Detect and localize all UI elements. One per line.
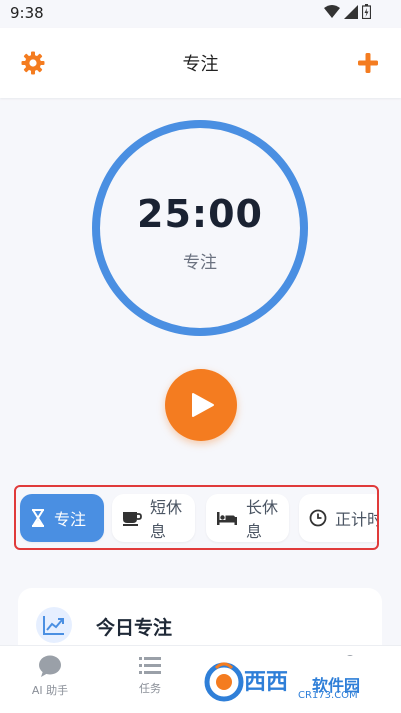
tab-long-break-label: 长休息 — [246, 498, 279, 541]
coffee-cup-icon — [123, 512, 142, 526]
mode-tabs: 专注 短休息 长休息 正计时 — [14, 485, 379, 550]
watermark-logo: 西西 软件园 CR173.COM — [198, 656, 384, 706]
play-icon — [192, 393, 214, 417]
page-title: 专注 — [182, 54, 219, 75]
nav-item-tasks[interactable]: 任务 — [110, 654, 190, 696]
nav-label-tasks: 任务 — [139, 682, 161, 695]
watermark-url: CR173.COM — [298, 690, 358, 701]
watermark-emblem-icon — [204, 662, 244, 702]
tab-short-break-label: 短休息 — [150, 498, 183, 541]
play-button[interactable] — [165, 369, 237, 441]
tab-focus[interactable]: 专注 — [20, 494, 104, 542]
signal-icon — [344, 4, 358, 19]
status-icons — [324, 4, 371, 19]
trend-chart-icon — [43, 616, 64, 635]
timer-mode-label: 专注 — [183, 253, 217, 273]
wifi-icon — [324, 4, 340, 18]
chat-bubble-icon — [39, 655, 61, 677]
hourglass-icon — [32, 509, 44, 527]
clock-icon — [309, 509, 327, 527]
nav-label-ai-assistant: AI 助手 — [31, 684, 69, 697]
battery-icon — [362, 4, 371, 19]
tab-focus-label: 专注 — [54, 510, 87, 529]
today-icon-badge — [36, 607, 72, 643]
status-bar: 9:38 — [0, 0, 401, 28]
watermark-text: 西西 — [244, 670, 289, 695]
today-focus-title: 今日专注 — [96, 617, 173, 639]
list-icon — [139, 657, 161, 674]
bed-icon — [217, 512, 237, 525]
tab-count-up-label: 正计时 — [335, 510, 379, 529]
tab-short-break[interactable]: 短休息 — [112, 494, 195, 542]
tab-long-break[interactable]: 长休息 — [206, 494, 289, 542]
status-time: 9:38 — [10, 4, 44, 22]
timer-display: 25:00 — [137, 192, 263, 236]
nav-item-ai-assistant[interactable]: AI 助手 — [10, 654, 90, 698]
tab-count-up[interactable]: 正计时 — [299, 494, 379, 542]
app-bar: 专注 — [0, 28, 401, 98]
add-icon[interactable] — [355, 50, 381, 76]
